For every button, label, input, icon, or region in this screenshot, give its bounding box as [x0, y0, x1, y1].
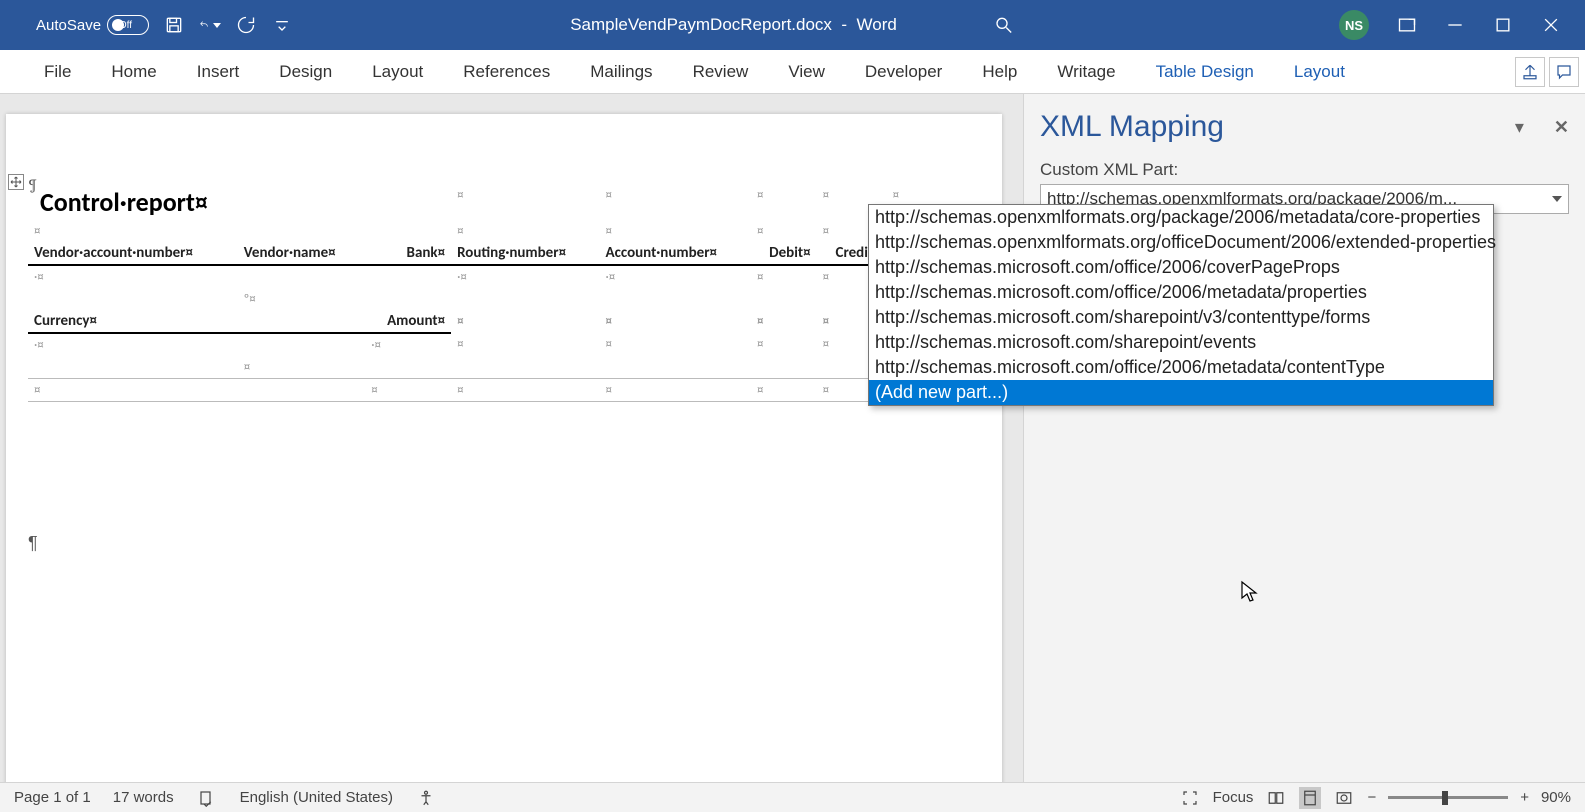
zoom-slider[interactable]: [1388, 796, 1508, 799]
col-vendor-account: Vendor·account·number¤: [28, 242, 238, 265]
pane-title: XML Mapping: [1040, 110, 1224, 144]
xml-option-3[interactable]: http://schemas.microsoft.com/office/2006…: [869, 280, 1493, 305]
xml-option-2[interactable]: http://schemas.microsoft.com/office/2006…: [869, 255, 1493, 280]
status-bar: Page 1 of 1 17 words English (United Sta…: [0, 782, 1585, 812]
tab-table-layout[interactable]: Layout: [1274, 50, 1365, 93]
col-vendor-name: Vendor·name¤: [238, 242, 365, 265]
maximize-icon[interactable]: [1493, 15, 1513, 35]
table-move-handle[interactable]: [8, 174, 24, 190]
tab-home[interactable]: Home: [91, 50, 176, 93]
tab-file[interactable]: File: [24, 50, 91, 93]
spellcheck-icon[interactable]: [196, 787, 218, 809]
title-bar: AutoSave SampleVendPaymDocReport.docx - …: [0, 0, 1585, 50]
tab-references[interactable]: References: [443, 50, 570, 93]
share-icon[interactable]: [1515, 57, 1545, 87]
autosave-label: AutoSave: [36, 17, 101, 34]
col-currency: Currency¤: [28, 310, 238, 333]
ribbon-tabs: File Home Insert Design Layout Reference…: [0, 50, 1585, 94]
report-table: Control·report¤ ¤¤¤¤¤ ¤ ¤¤¤¤¤ Vendor·acc…: [28, 184, 948, 402]
status-language[interactable]: English (United States): [240, 789, 393, 806]
document-title: SampleVendPaymDocReport.docx - Word: [570, 15, 897, 35]
chevron-down-icon: [1552, 196, 1562, 202]
search-icon[interactable]: [993, 14, 1015, 36]
custom-xml-label: Custom XML Part:: [1040, 160, 1569, 180]
read-mode-icon[interactable]: [1265, 787, 1287, 809]
xml-option-6[interactable]: http://schemas.microsoft.com/office/2006…: [869, 355, 1493, 380]
xml-option-1[interactable]: http://schemas.openxmlformats.org/office…: [869, 230, 1493, 255]
tab-review[interactable]: Review: [673, 50, 769, 93]
tab-help[interactable]: Help: [962, 50, 1037, 93]
save-icon[interactable]: [163, 14, 185, 36]
pane-menu-icon[interactable]: ▾: [1515, 117, 1524, 138]
tab-design[interactable]: Design: [259, 50, 352, 93]
user-avatar[interactable]: NS: [1339, 10, 1369, 40]
page: ¶ Control·report¤ ¤¤¤¤¤ ¤ ¤¤¤¤¤ Vendor·a…: [6, 114, 1002, 782]
document-area[interactable]: ¶ Control·report¤ ¤¤¤¤¤ ¤ ¤¤¤¤¤ Vendor·a…: [0, 94, 1023, 782]
comments-icon[interactable]: [1549, 57, 1579, 87]
zoom-out-button[interactable]: −: [1367, 789, 1376, 806]
close-icon[interactable]: [1541, 15, 1561, 35]
col-debit: Debit¤: [751, 242, 817, 265]
accessibility-icon[interactable]: [415, 787, 437, 809]
xml-option-5[interactable]: http://schemas.microsoft.com/sharepoint/…: [869, 330, 1493, 355]
focus-icon[interactable]: [1179, 787, 1201, 809]
status-zoom[interactable]: 90%: [1541, 789, 1571, 806]
status-focus[interactable]: Focus: [1213, 789, 1254, 806]
xml-option-4[interactable]: http://schemas.microsoft.com/sharepoint/…: [869, 305, 1493, 330]
xml-mapping-pane: XML Mapping ▾ ✕ Custom XML Part: http://…: [1023, 94, 1585, 782]
col-bank: Bank¤: [365, 242, 451, 265]
qat-overflow-icon[interactable]: [271, 14, 293, 36]
zoom-in-button[interactable]: +: [1520, 789, 1529, 806]
col-routing: Routing·number¤: [451, 242, 599, 265]
tab-insert[interactable]: Insert: [177, 50, 260, 93]
minimize-icon[interactable]: [1445, 15, 1465, 35]
autosave-toggle[interactable]: AutoSave: [36, 15, 149, 35]
tab-table-design[interactable]: Table Design: [1136, 50, 1274, 93]
col-amount: Amount¤: [365, 310, 451, 333]
status-page[interactable]: Page 1 of 1: [14, 789, 91, 806]
paragraph-end: ¶: [28, 533, 38, 554]
tab-layout[interactable]: Layout: [352, 50, 443, 93]
tab-writage[interactable]: Writage: [1037, 50, 1135, 93]
tab-mailings[interactable]: Mailings: [570, 50, 672, 93]
tab-developer[interactable]: Developer: [845, 50, 963, 93]
undo-icon[interactable]: [199, 14, 221, 36]
custom-xml-dropdown: http://schemas.openxmlformats.org/packag…: [868, 204, 1494, 406]
status-words[interactable]: 17 words: [113, 789, 174, 806]
redo-icon[interactable]: [235, 14, 257, 36]
web-layout-icon[interactable]: [1333, 787, 1355, 809]
print-layout-icon[interactable]: [1299, 787, 1321, 809]
xml-option-add-new[interactable]: (Add new part...): [869, 380, 1493, 405]
pane-close-icon[interactable]: ✕: [1554, 117, 1569, 138]
xml-option-0[interactable]: http://schemas.openxmlformats.org/packag…: [869, 205, 1493, 230]
report-title: Control·report¤: [34, 184, 208, 224]
col-account: Account·number¤: [600, 242, 752, 265]
tab-view[interactable]: View: [768, 50, 845, 93]
ribbon-display-icon[interactable]: [1397, 15, 1417, 35]
